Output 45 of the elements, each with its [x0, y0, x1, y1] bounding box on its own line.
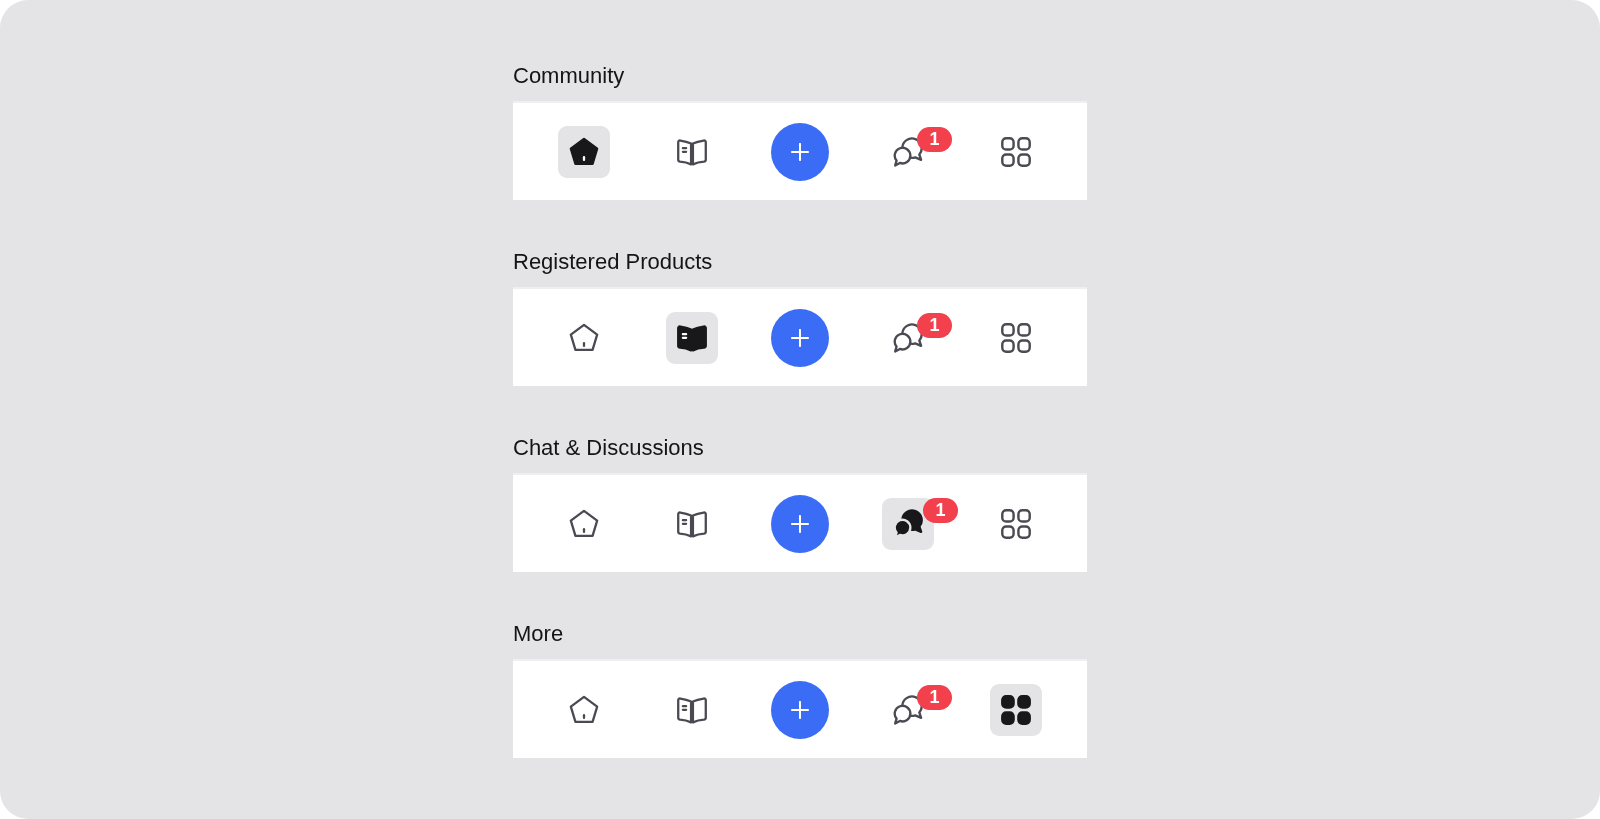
grid-tab[interactable]: [1001, 322, 1031, 353]
home-icon: [569, 136, 599, 167]
add-button[interactable]: [771, 122, 829, 181]
grid-icon: [1001, 508, 1031, 539]
chat-tab[interactable]: 1: [893, 684, 952, 725]
home-icon: [569, 694, 599, 725]
section-title: Community: [513, 63, 625, 89]
grid-icon: [1001, 136, 1031, 167]
section-title: Chat & Discussions: [513, 435, 704, 461]
book-tab[interactable]: [677, 508, 707, 539]
home-tab[interactable]: [569, 694, 599, 725]
home-tab[interactable]: [558, 125, 610, 178]
notification-badge: 1: [917, 126, 952, 152]
home-tab[interactable]: [569, 322, 599, 353]
book-icon: [677, 136, 707, 167]
section-title: Registered Products: [513, 249, 713, 275]
book-tab[interactable]: [677, 136, 707, 167]
grid-icon: [1001, 694, 1031, 725]
grid-tab[interactable]: [1001, 508, 1031, 539]
section-title: More: [513, 621, 564, 647]
book-icon: [677, 322, 707, 353]
grid-icon: [1001, 322, 1031, 353]
chat-tab[interactable]: 1: [893, 126, 952, 167]
chat-tab[interactable]: 1: [882, 497, 958, 550]
home-tab[interactable]: [569, 508, 599, 539]
book-icon: [677, 694, 707, 725]
chat-tab[interactable]: 1: [893, 312, 952, 353]
plus-icon: [791, 514, 809, 533]
home-icon: [569, 508, 599, 539]
add-button[interactable]: [771, 680, 829, 739]
plus-icon: [791, 328, 809, 347]
book-icon: [677, 508, 707, 539]
notification-badge: 1: [923, 497, 958, 523]
chat-icon: [893, 508, 923, 539]
book-tab[interactable]: [666, 311, 718, 364]
grid-tab[interactable]: [990, 683, 1042, 736]
home-icon: [569, 322, 599, 353]
add-button[interactable]: [771, 494, 829, 553]
grid-tab[interactable]: [1001, 136, 1031, 167]
book-tab[interactable]: [677, 694, 707, 725]
notification-badge: 1: [917, 684, 952, 710]
plus-icon: [791, 142, 809, 161]
add-button[interactable]: [771, 308, 829, 367]
notification-badge: 1: [917, 312, 952, 338]
plus-icon: [791, 700, 809, 719]
